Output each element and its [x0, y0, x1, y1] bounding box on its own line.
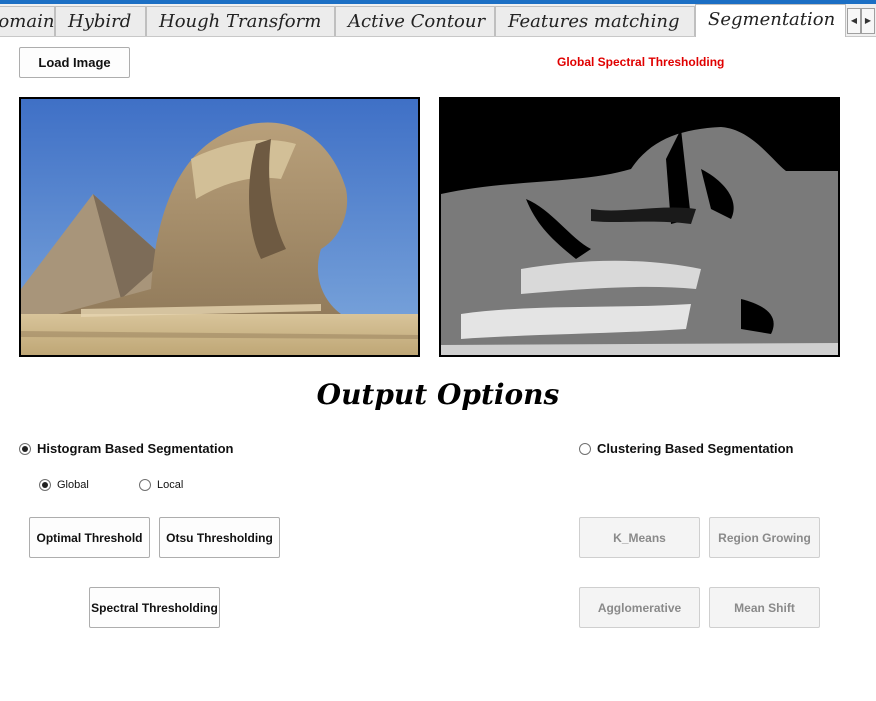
- local-radio[interactable]: [139, 479, 151, 491]
- clustering-radio-row[interactable]: Clustering Based Segmentation: [579, 441, 793, 456]
- input-image: [19, 97, 420, 357]
- optimal-threshold-button[interactable]: Optimal Threshold: [29, 517, 150, 558]
- tab-hough-transform[interactable]: Hough Transform: [146, 6, 335, 36]
- global-label: Global: [57, 479, 89, 491]
- segmented-image: [441, 99, 838, 355]
- local-label: Local: [157, 479, 184, 491]
- tab-hybird[interactable]: Hybird: [55, 6, 146, 36]
- tab-segmentation[interactable]: Segmentation: [695, 4, 846, 37]
- clustering-label: Clustering Based Segmentation: [597, 441, 794, 456]
- global-radio[interactable]: [39, 479, 51, 491]
- mean-shift-button[interactable]: Mean Shift: [709, 587, 820, 628]
- region-growing-button[interactable]: Region Growing: [709, 517, 820, 558]
- load-image-button[interactable]: Load Image: [19, 47, 130, 78]
- output-options-title: Output Options: [316, 378, 560, 411]
- histogram-label: Histogram Based Segmentation: [37, 441, 234, 456]
- tab-features-matching[interactable]: Features matching: [495, 6, 695, 36]
- sphinx-photo: [21, 99, 418, 355]
- spectral-thresholding-button[interactable]: Spectral Thresholding: [89, 587, 220, 628]
- histogram-radio[interactable]: [19, 442, 31, 455]
- output-image: [439, 97, 840, 357]
- tab-domain[interactable]: Domain: [0, 6, 55, 36]
- tab-scroll-right-icon[interactable]: ▶: [861, 8, 875, 34]
- clustering-radio[interactable]: [579, 442, 591, 455]
- tab-scroll-left-icon[interactable]: ◀: [847, 8, 861, 34]
- tab-bar: Domain Hybird Hough Transform Active Con…: [0, 4, 876, 37]
- agglomerative-button[interactable]: Agglomerative: [579, 587, 700, 628]
- tab-active-contour[interactable]: Active Contour: [335, 6, 495, 36]
- kmeans-button[interactable]: K_Means: [579, 517, 700, 558]
- global-radio-row[interactable]: Global: [39, 479, 89, 491]
- local-radio-row[interactable]: Local: [139, 479, 183, 491]
- otsu-thresholding-button[interactable]: Otsu Thresholding: [159, 517, 280, 558]
- output-method-label: Global Spectral Thresholding: [557, 55, 725, 69]
- histogram-radio-row[interactable]: Histogram Based Segmentation: [19, 441, 234, 456]
